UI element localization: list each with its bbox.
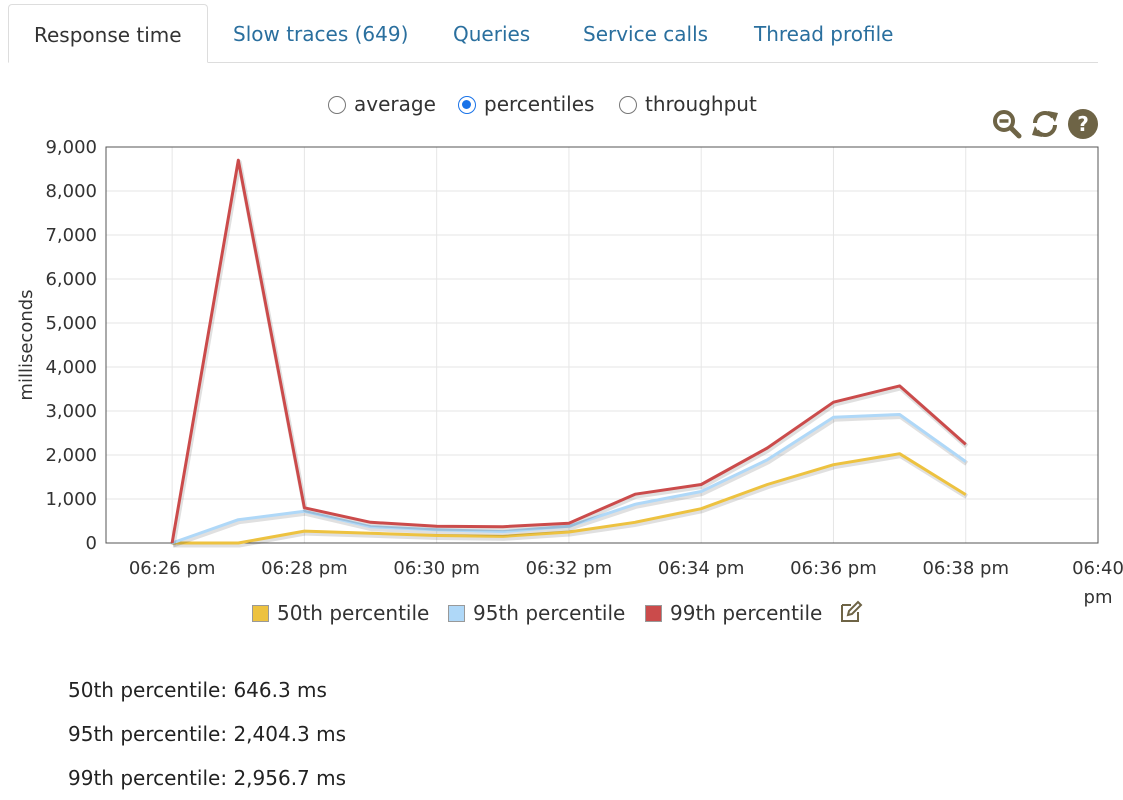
x-tick-label: 06:34 pm [658,558,745,579]
x-tick-label: 06:28 pm [261,558,348,579]
edit-icon[interactable] [839,600,863,630]
x-tick-label: 06:40 [1072,558,1123,579]
y-tick-label: 7,000 [45,225,97,246]
x-tick-label: 06:32 pm [526,558,613,579]
summary-99th: 99th percentile: 2,956.7 ms [68,766,347,790]
legend-item-99th: 99th percentile [645,598,822,628]
x-tick-label: 06:38 pm [922,558,1009,579]
y-tick-label: 1,000 [45,489,97,510]
legend-item-95th: 95th percentile [448,598,625,628]
legend-swatch-95th [448,605,465,622]
chart-legend: 50th percentile 95th percentile 99th per… [0,598,1123,628]
y-axis-label: milliseconds [16,289,37,400]
y-tick-label: 5,000 [45,313,97,334]
x-tick-label: 06:36 pm [790,558,877,579]
y-tick-label: 4,000 [45,357,97,378]
y-tick-label: 2,000 [45,445,97,466]
legend-item-50th: 50th percentile [252,598,429,628]
y-tick-label: 6,000 [45,269,97,290]
summary-50th: 50th percentile: 646.3 ms [68,678,327,702]
y-tick-label: 3,000 [45,401,97,422]
legend-swatch-50th [252,605,269,622]
y-tick-label: 9,000 [45,137,97,158]
legend-swatch-99th [645,605,662,622]
y-tick-label: 8,000 [45,181,97,202]
series-shadow [170,159,969,546]
legend-label-99th: 99th percentile [670,601,823,625]
y-tick-label: 0 [86,533,97,554]
legend-label-95th: 95th percentile [473,601,626,625]
x-tick-label: 06:26 pm [129,558,216,579]
summary-95th: 95th percentile: 2,404.3 ms [68,722,347,746]
x-tick-label: 06:30 pm [393,558,480,579]
legend-label-50th: 50th percentile [277,601,430,625]
